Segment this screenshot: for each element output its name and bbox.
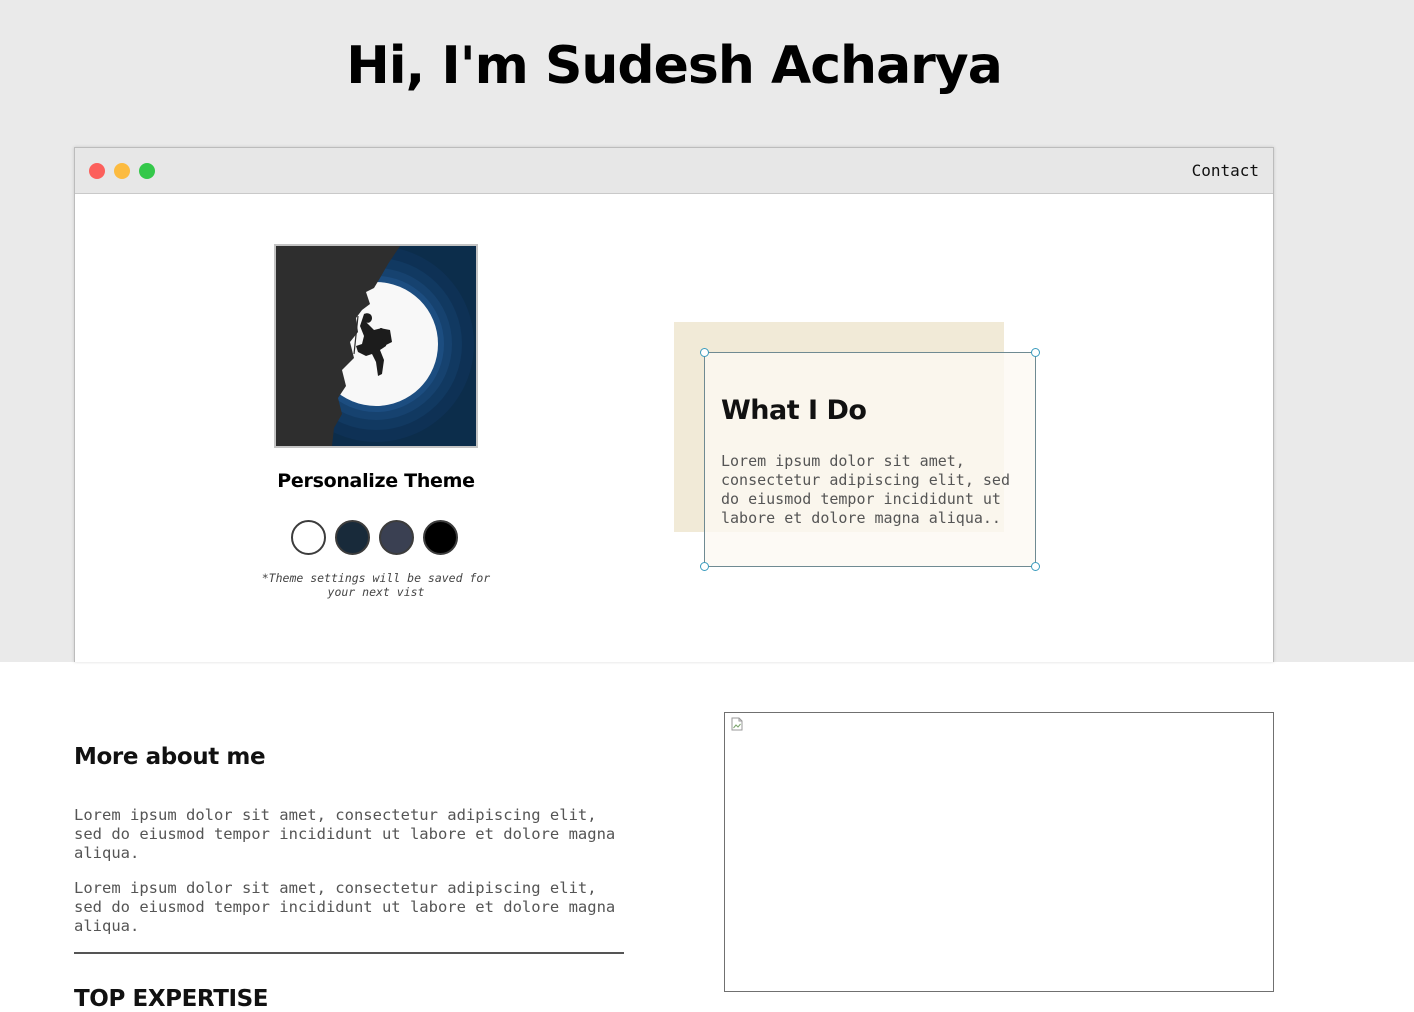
close-window-dot[interactable] [89,163,105,179]
contact-link[interactable]: Contact [1192,161,1259,180]
section-divider [74,952,624,954]
theme-title: Personalize Theme [277,470,475,492]
theme-swatch-black[interactable] [423,520,458,555]
browser-window: Contact Personalize Theme *Theme setting… [74,147,1274,662]
what-i-do-text: Lorem ipsum dolor sit amet, consectetur … [721,452,1010,527]
theme-swatch-white[interactable] [291,520,326,555]
what-i-do-title: What I Do [721,395,867,426]
about-section: More about me Lorem ipsum dolor sit amet… [74,744,624,1012]
resize-handle-top-left[interactable] [700,348,709,357]
broken-image-icon [731,717,743,731]
hero-title: Hi, I'm Sudesh Acharya [346,36,1003,96]
resize-handle-top-right[interactable] [1031,348,1040,357]
climber-moon-icon [276,246,476,446]
expertise-title: TOP EXPERTISE [74,986,269,1012]
resize-handle-bottom-right[interactable] [1031,562,1040,571]
resize-handle-bottom-left[interactable] [700,562,709,571]
what-i-do-card[interactable]: What I Do Lorem ipsum dolor sit amet, co… [700,348,1040,571]
theme-swatches [291,520,471,556]
about-paragraph: Lorem ipsum dolor sit amet, consectetur … [74,879,616,935]
theme-note: *Theme settings will be saved for your n… [261,571,491,599]
theme-swatch-navy[interactable] [335,520,370,555]
about-paragraph: Lorem ipsum dolor sit amet, consectetur … [74,806,616,862]
hero-section: Hi, I'm Sudesh Acharya Contact Personali… [0,0,1414,662]
maximize-window-dot[interactable] [139,163,155,179]
avatar [274,244,478,448]
about-title: More about me [74,744,266,770]
window-titlebar: Contact [75,148,1273,194]
media-frame[interactable] [724,712,1274,992]
theme-swatch-slate[interactable] [379,520,414,555]
minimize-window-dot[interactable] [114,163,130,179]
